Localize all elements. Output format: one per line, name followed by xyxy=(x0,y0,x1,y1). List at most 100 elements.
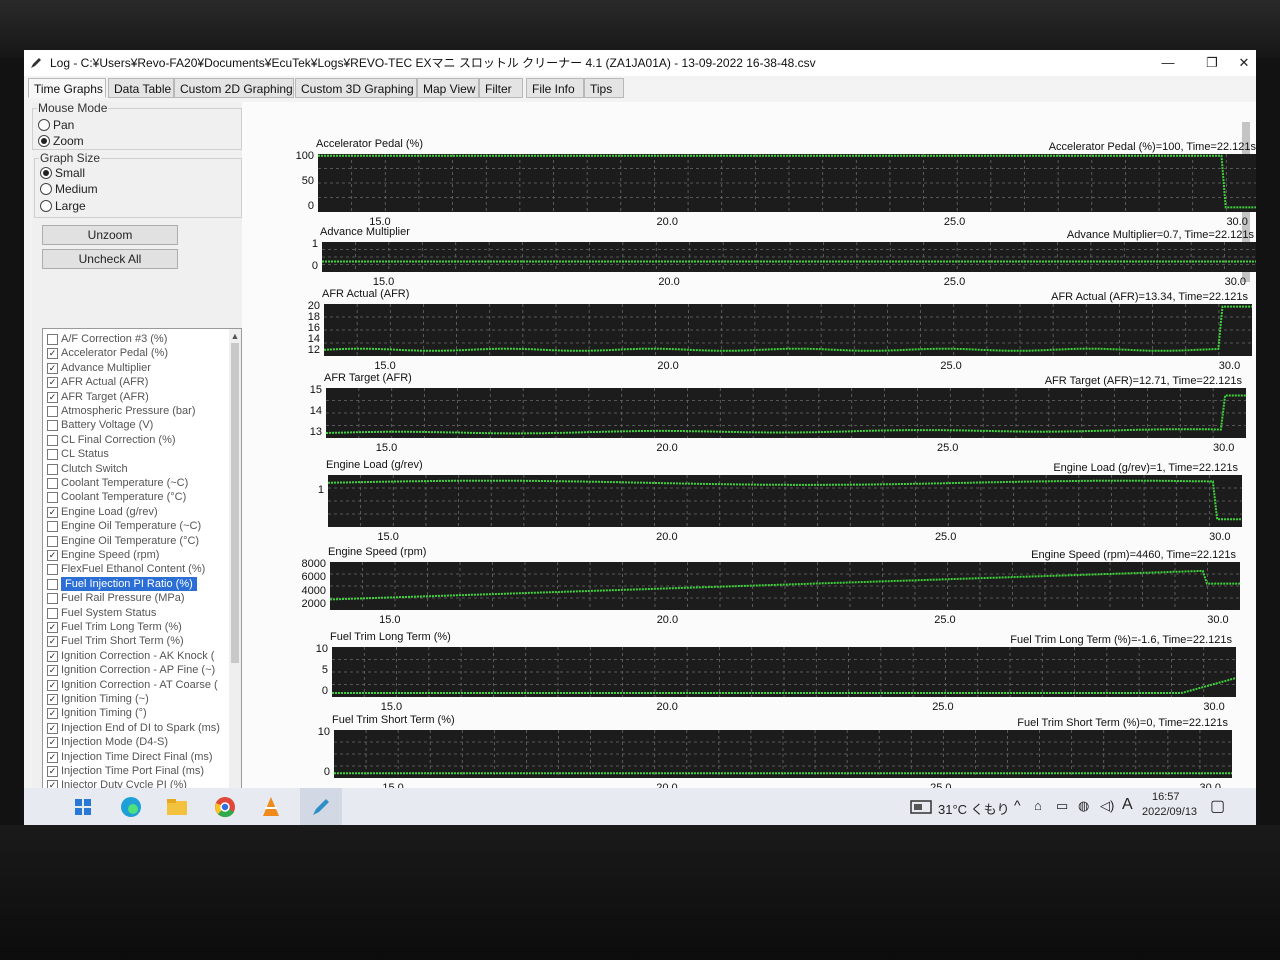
channel-checkbox-item[interactable]: ✓ Ignition Correction - AK Knock ( xyxy=(45,649,231,663)
unchecked-box-icon[interactable] xyxy=(47,406,58,417)
channel-checklist[interactable]: ▲ ▼ A/F Correction #3 (%)✓Accelerator Pe… xyxy=(42,328,242,825)
checked-box-icon[interactable]: ✓ xyxy=(47,708,58,720)
channel-checkbox-item[interactable]: ✓ Injection Time Direct Final (ms) xyxy=(45,750,231,764)
channel-checkbox-item[interactable]: ✓ Accelerator Pedal (%) xyxy=(45,346,231,360)
unchecked-box-icon[interactable] xyxy=(47,607,58,619)
unchecked-box-icon[interactable] xyxy=(47,578,58,590)
checked-box-icon[interactable]: ✓ xyxy=(47,391,58,403)
channel-checkbox-item[interactable]: ✓ Fuel Trim Short Term (%) xyxy=(45,634,231,648)
channel-checkbox-item[interactable]: ✓ Ignition Correction - AT Coarse ( xyxy=(45,678,231,692)
edge-browser-icon[interactable] xyxy=(118,794,144,820)
time-graph-plot[interactable] xyxy=(334,730,1232,778)
battery-icon[interactable]: ▭ xyxy=(1056,798,1068,814)
meet-now-icon[interactable]: ⌂ xyxy=(1034,798,1042,813)
channel-checkbox-item[interactable]: A/F Correction #3 (%) xyxy=(45,332,231,346)
channel-checkbox-item[interactable]: Engine Oil Temperature (~C) xyxy=(45,519,231,533)
radio-large[interactable]: Large xyxy=(39,198,86,214)
channel-checkbox-item[interactable]: FlexFuel Ethanol Content (%) xyxy=(45,562,231,576)
channel-checkbox-item[interactable]: ✓ Injection Mode (D4-S) xyxy=(45,735,231,749)
time-graph-plot[interactable] xyxy=(330,562,1240,610)
checked-box-icon[interactable]: ✓ xyxy=(47,650,58,662)
tab-tips[interactable]: Tips xyxy=(584,78,624,98)
channel-checkbox-item[interactable]: ✓ Engine Speed (rpm) xyxy=(45,548,231,562)
channel-checkbox-item[interactable]: Atmospheric Pressure (bar) xyxy=(45,404,231,418)
time-graph-plot[interactable] xyxy=(328,475,1242,527)
unchecked-box-icon[interactable] xyxy=(47,434,58,446)
checked-box-icon[interactable]: ✓ xyxy=(47,348,58,360)
checked-box-icon[interactable]: ✓ xyxy=(47,751,58,763)
chrome-icon[interactable] xyxy=(212,794,238,820)
channel-checkbox-item[interactable]: ✓ Ignition Correction - AP Fine (~) xyxy=(45,663,231,677)
channel-checkbox-item[interactable]: Coolant Temperature (°C) xyxy=(45,490,231,504)
channel-checkbox-item[interactable]: CL Final Correction (%) xyxy=(45,433,231,447)
unchecked-box-icon[interactable] xyxy=(47,564,58,576)
channel-checkbox-item[interactable]: Fuel Rail Pressure (MPa) xyxy=(45,591,231,605)
graphs-area[interactable]: Accelerator Pedal (%) Accelerator Pedal (… xyxy=(242,102,1256,792)
channel-checkbox-item[interactable]: ✓ Ignition Timing (~) xyxy=(45,692,231,706)
weather-icon[interactable] xyxy=(910,800,932,814)
windows-start-icon[interactable] xyxy=(70,794,96,820)
tab-custom-2d-graphing[interactable]: Custom 2D Graphing xyxy=(174,78,294,98)
checked-box-icon[interactable]: ✓ xyxy=(47,694,58,705)
channel-checkbox-item[interactable]: Engine Oil Temperature (°C) xyxy=(45,534,231,548)
checked-box-icon[interactable]: ✓ xyxy=(47,506,58,518)
tab-data-table[interactable]: Data Table xyxy=(108,78,174,98)
scroll-up-icon[interactable]: ▲ xyxy=(230,331,240,341)
unchecked-box-icon[interactable] xyxy=(47,463,58,475)
unchecked-box-icon[interactable] xyxy=(47,420,58,432)
channel-checkbox-item[interactable]: ✓ AFR Target (AFR) xyxy=(45,390,231,404)
channel-checkbox-item[interactable]: Fuel System Status xyxy=(45,606,231,620)
channel-checkbox-item[interactable]: ✓ Advance Multiplier xyxy=(45,361,231,375)
file-explorer-icon[interactable] xyxy=(164,794,190,820)
channel-checkbox-item[interactable]: CL Status xyxy=(45,447,231,461)
uncheck-all-button[interactable]: Uncheck All xyxy=(42,249,178,269)
network-globe-icon[interactable]: ◍ xyxy=(1078,798,1089,814)
radio-medium[interactable]: Medium xyxy=(39,181,98,197)
time-graph-plot[interactable] xyxy=(322,242,1256,272)
tab-filter[interactable]: Filter xyxy=(479,78,523,98)
notification-icon[interactable]: ▢ xyxy=(1210,796,1225,816)
clock-date[interactable]: 2022/09/13 xyxy=(1142,806,1197,818)
chevron-up-icon[interactable]: ^ xyxy=(1014,797,1021,813)
tab-map-view[interactable]: Map View xyxy=(417,78,479,98)
ecutek-taskbar-button[interactable] xyxy=(300,788,342,825)
checked-box-icon[interactable]: ✓ xyxy=(47,550,58,561)
weather-text[interactable]: 31°C くもり xyxy=(938,799,1010,818)
checked-box-icon[interactable]: ✓ xyxy=(47,665,58,677)
time-graph-plot[interactable] xyxy=(324,304,1252,356)
channel-checkbox-item[interactable]: ✓ Engine Load (g/rev) xyxy=(45,505,231,519)
clock-time[interactable]: 16:57 xyxy=(1152,791,1180,803)
vlc-icon[interactable] xyxy=(258,794,284,820)
ime-indicator[interactable]: A xyxy=(1122,796,1133,814)
radio-pan[interactable]: Pan xyxy=(37,117,74,133)
channel-checkbox-item[interactable]: ✓ Injection Time Port Final (ms) xyxy=(45,764,231,778)
checked-box-icon[interactable]: ✓ xyxy=(47,722,58,734)
checked-box-icon[interactable]: ✓ xyxy=(47,766,58,777)
tab-custom-3d-graphing[interactable]: Custom 3D Graphing xyxy=(295,78,417,98)
unchecked-box-icon[interactable] xyxy=(47,449,58,461)
time-graph-plot[interactable] xyxy=(318,154,1256,212)
channel-checkbox-item[interactable]: Clutch Switch xyxy=(45,462,231,476)
close-button[interactable]: ✕ xyxy=(1232,50,1256,76)
unchecked-box-icon[interactable] xyxy=(47,492,58,504)
channel-checkbox-item[interactable]: ✓ Fuel Trim Long Term (%) xyxy=(45,620,231,634)
checked-box-icon[interactable]: ✓ xyxy=(47,737,58,749)
restore-button[interactable]: ❐ xyxy=(1190,50,1234,76)
checked-box-icon[interactable]: ✓ xyxy=(47,377,58,389)
minimize-button[interactable]: — xyxy=(1146,50,1190,76)
radio-zoom[interactable]: Zoom xyxy=(37,133,84,149)
unzoom-button[interactable]: Unzoom xyxy=(42,225,178,245)
channel-checkbox-item[interactable]: ✓ Injection End of DI to Spark (ms) xyxy=(45,721,231,735)
radio-small[interactable]: Small xyxy=(39,165,85,181)
tab-file-info[interactable]: File Info xyxy=(526,78,584,98)
checked-box-icon[interactable]: ✓ xyxy=(47,622,58,633)
unchecked-box-icon[interactable] xyxy=(47,521,58,533)
unchecked-box-icon[interactable] xyxy=(47,593,58,605)
channel-checkbox-item[interactable]: ✓ Ignition Timing (°) xyxy=(45,706,231,720)
checked-box-icon[interactable]: ✓ xyxy=(47,679,58,691)
checked-box-icon[interactable]: ✓ xyxy=(47,362,58,374)
unchecked-box-icon[interactable] xyxy=(47,334,58,345)
tab-time-graphs[interactable]: Time Graphs xyxy=(28,78,106,98)
time-graph-plot[interactable] xyxy=(332,647,1236,697)
checked-box-icon[interactable]: ✓ xyxy=(47,636,58,648)
